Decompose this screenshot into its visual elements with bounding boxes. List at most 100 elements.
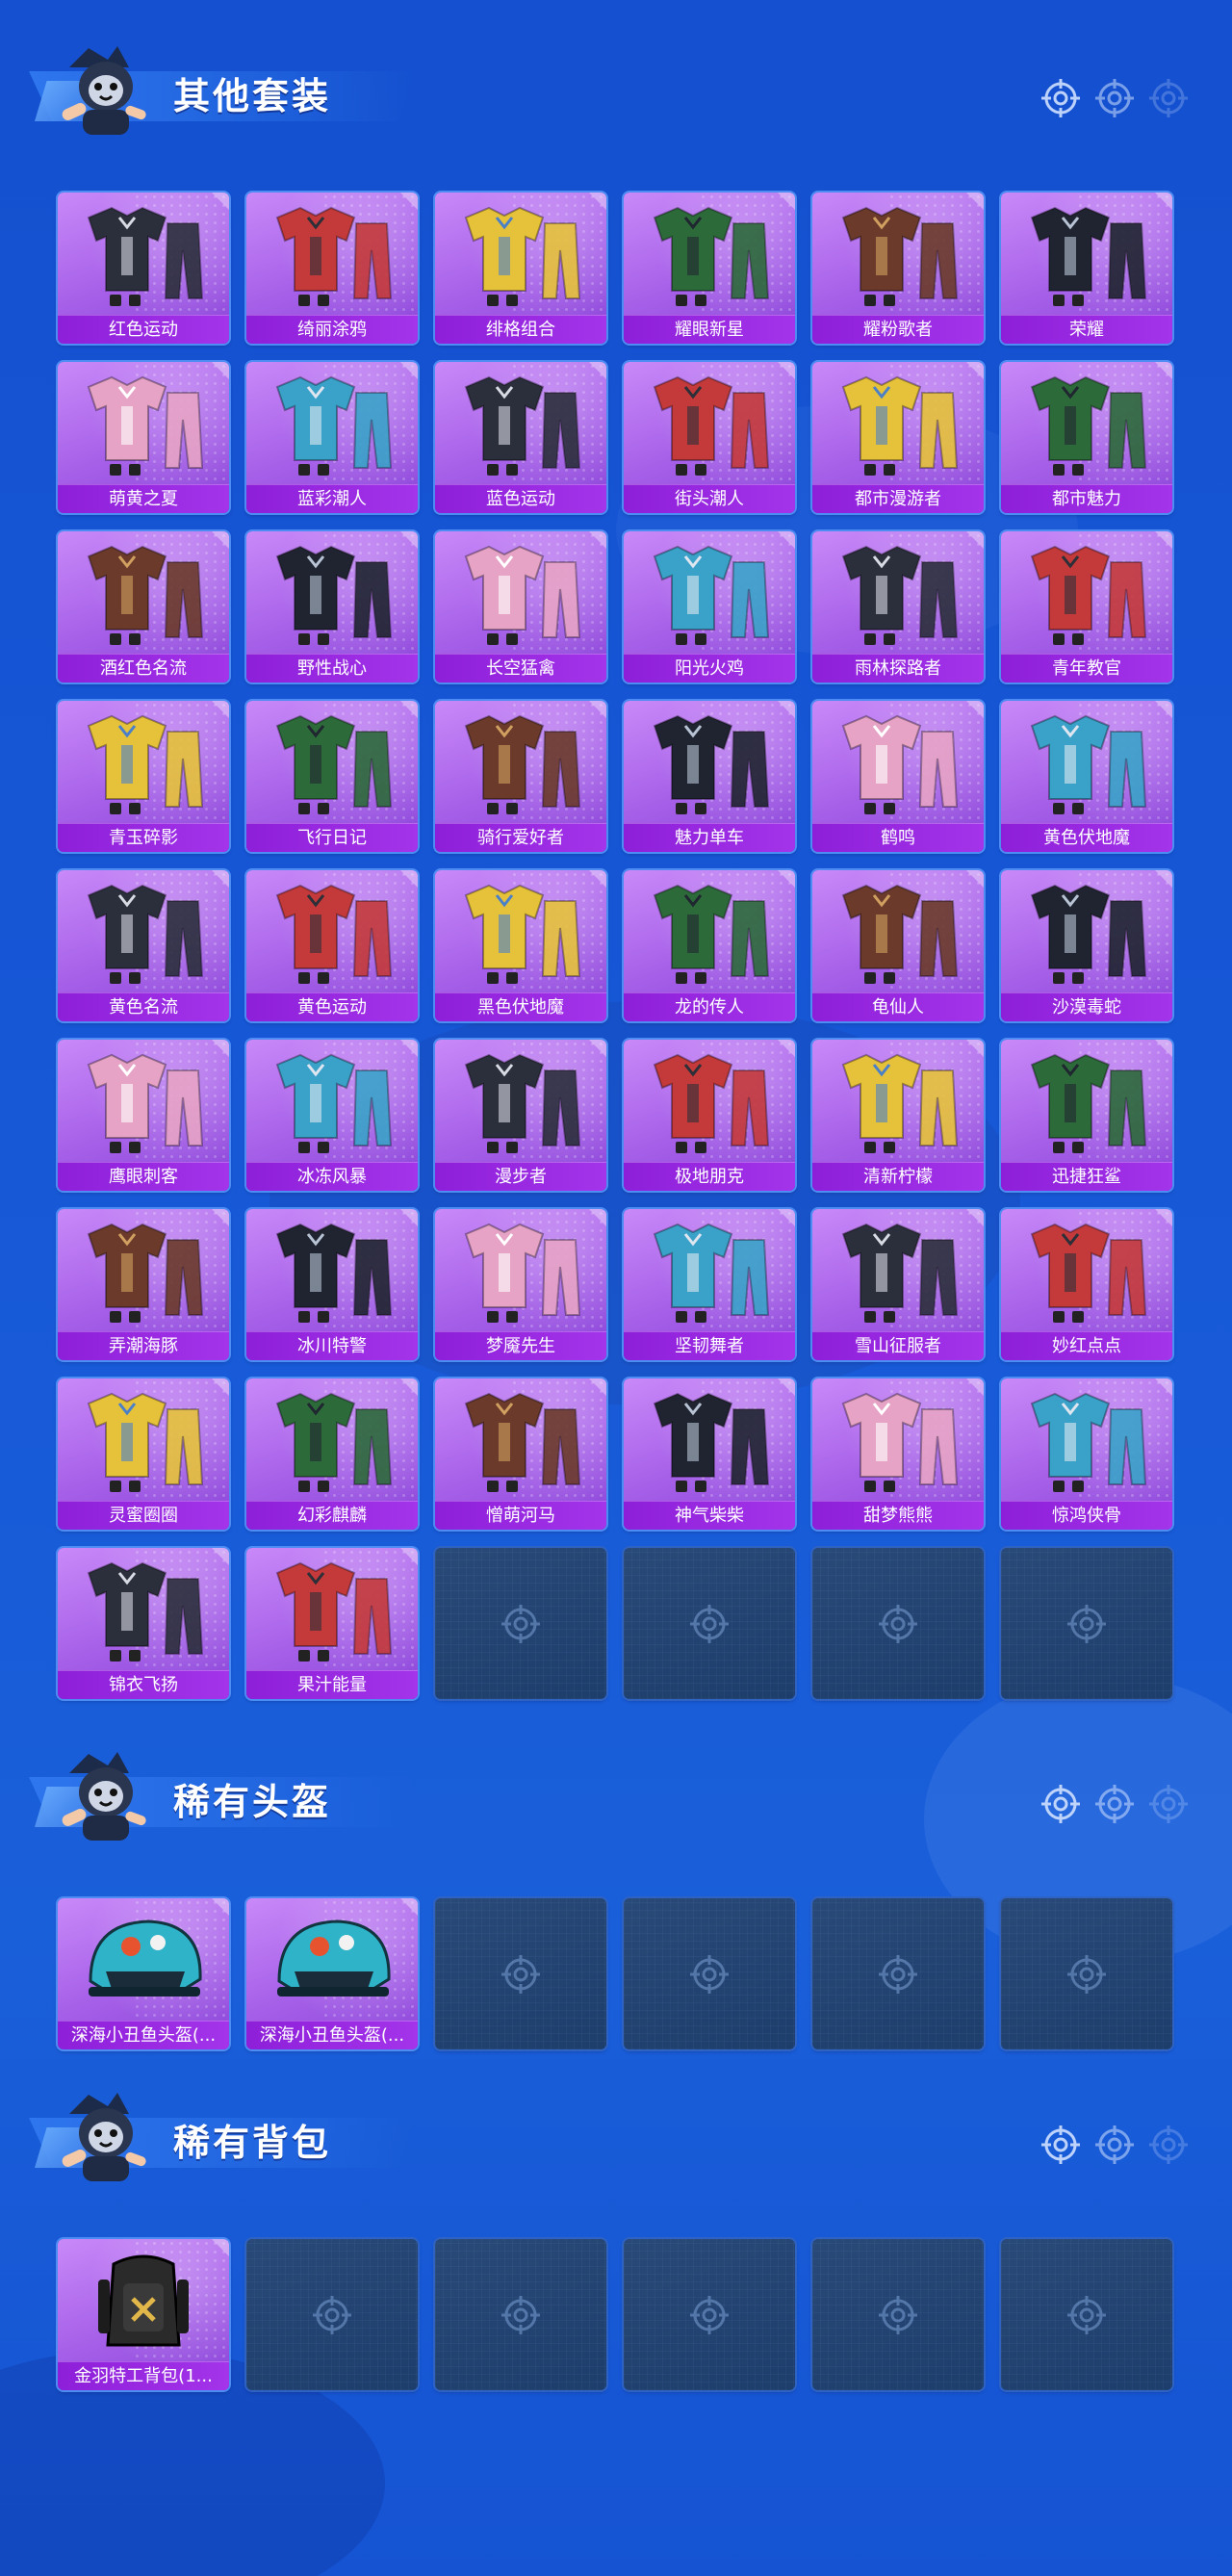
item-card[interactable]: 果汁能量 <box>246 1548 418 1699</box>
item-card[interactable]: 耀粉歌者 <box>812 193 984 344</box>
item-card[interactable]: 魅力单车 <box>624 701 795 852</box>
outfit-icon <box>260 1384 404 1496</box>
item-card[interactable]: 幻彩麒麟 <box>246 1378 418 1530</box>
item-card[interactable]: 极地朋克 <box>624 1040 795 1191</box>
outfit-icon <box>449 537 593 649</box>
item-card[interactable]: 飞行日记 <box>246 701 418 852</box>
crosshair-decoration <box>1040 1783 1188 1825</box>
item-card[interactable]: 梦魇先生 <box>435 1209 606 1360</box>
item-card[interactable]: 弄潮海豚 <box>58 1209 229 1360</box>
empty-slot <box>812 2239 984 2390</box>
item-card[interactable]: 清新柠檬 <box>812 1040 984 1191</box>
item-card[interactable]: 黄色运动 <box>246 870 418 1021</box>
empty-slot <box>812 1898 984 2049</box>
item-card[interactable]: 绮丽涂鸦 <box>246 193 418 344</box>
item-card[interactable]: 酒红色名流 <box>58 531 229 683</box>
item-card[interactable]: 黄色伏地魔 <box>1001 701 1172 852</box>
card-corner <box>966 1209 984 1226</box>
item-card[interactable]: 都市漫游者 <box>812 362 984 513</box>
item-card[interactable]: 坚韧舞者 <box>624 1209 795 1360</box>
item-card[interactable]: 蓝彩潮人 <box>246 362 418 513</box>
crosshair-icon <box>311 2294 353 2336</box>
card-corner <box>778 701 795 718</box>
item-label: 耀粉歌者 <box>812 315 984 344</box>
outfit-icon <box>826 1045 970 1157</box>
section-helmets: 稀有头盔 深海小丑鱼头盔(... 深海小丑鱼头盔(... <box>0 1744 1232 2049</box>
card-corner <box>966 193 984 210</box>
card-corner <box>400 193 418 210</box>
item-card[interactable]: 沙漠毒蛇 <box>1001 870 1172 1021</box>
item-card[interactable]: 雪山征服者 <box>812 1209 984 1360</box>
item-label: 蓝彩潮人 <box>246 484 418 513</box>
item-card[interactable]: 绯格组合 <box>435 193 606 344</box>
item-card[interactable]: 蓝色运动 <box>435 362 606 513</box>
crosshair-icon <box>877 1953 919 1996</box>
item-card[interactable]: 青年教官 <box>1001 531 1172 683</box>
outfit-icon <box>637 1384 782 1496</box>
item-card[interactable]: 耀眼新星 <box>624 193 795 344</box>
card-corner <box>212 1209 229 1226</box>
helmet-icon <box>260 1904 404 2016</box>
item-label: 漫步者 <box>435 1162 606 1191</box>
crosshair-icon <box>1147 77 1190 119</box>
item-card[interactable]: 阳光火鸡 <box>624 531 795 683</box>
item-card[interactable]: 龙的传人 <box>624 870 795 1021</box>
item-card[interactable]: 灵蜜圈圈 <box>58 1378 229 1530</box>
item-card[interactable]: 野性战心 <box>246 531 418 683</box>
crosshair-icon <box>688 1603 731 1645</box>
empty-slot <box>246 2239 418 2390</box>
crosshair-icon <box>1065 1603 1108 1645</box>
card-corner <box>212 362 229 379</box>
item-card[interactable]: 迅捷狂鲨 <box>1001 1040 1172 1191</box>
item-card[interactable]: 憎萌河马 <box>435 1378 606 1530</box>
card-corner <box>778 1378 795 1396</box>
outfit-icon <box>826 876 970 988</box>
empty-slot <box>435 1898 606 2049</box>
item-label: 坚韧舞者 <box>624 1331 795 1360</box>
outfit-icon <box>1014 198 1159 310</box>
card-corner <box>1155 870 1172 888</box>
item-card[interactable]: 黄色名流 <box>58 870 229 1021</box>
item-label: 萌黄之夏 <box>58 484 229 513</box>
item-card[interactable]: 漫步者 <box>435 1040 606 1191</box>
section-header: 其他套装 <box>29 39 1188 144</box>
item-card[interactable]: 黑色伏地魔 <box>435 870 606 1021</box>
card-corner <box>778 362 795 379</box>
item-card[interactable]: 萌黄之夏 <box>58 362 229 513</box>
item-label: 蓝色运动 <box>435 484 606 513</box>
empty-slot <box>812 1548 984 1699</box>
item-card[interactable]: 深海小丑鱼头盔(... <box>58 1898 229 2049</box>
crosshair-decoration <box>1040 2124 1188 2166</box>
item-card[interactable]: 神气柴柴 <box>624 1378 795 1530</box>
empty-slot <box>1001 1548 1172 1699</box>
item-card[interactable]: 鹤鸣 <box>812 701 984 852</box>
item-card[interactable]: 锦衣飞扬 <box>58 1548 229 1699</box>
card-corner <box>778 1040 795 1057</box>
outfit-icon <box>1014 707 1159 818</box>
card-corner <box>212 1040 229 1057</box>
item-card[interactable]: 深海小丑鱼头盔(... <box>246 1898 418 2049</box>
outfit-icon <box>71 1554 216 1665</box>
item-label: 长空猛禽 <box>435 654 606 683</box>
item-card[interactable]: 鹰眼刺客 <box>58 1040 229 1191</box>
item-card[interactable]: 冰冻风暴 <box>246 1040 418 1191</box>
item-card[interactable]: 冰川特警 <box>246 1209 418 1360</box>
crosshair-icon <box>1065 1953 1108 1996</box>
item-card[interactable]: 荣耀 <box>1001 193 1172 344</box>
item-card[interactable]: 青玉碎影 <box>58 701 229 852</box>
card-corner <box>778 531 795 549</box>
item-card[interactable]: 骑行爱好者 <box>435 701 606 852</box>
item-card[interactable]: 金羽特工背包(1... <box>58 2239 229 2390</box>
item-card[interactable]: 妙红点点 <box>1001 1209 1172 1360</box>
item-card[interactable]: 长空猛禽 <box>435 531 606 683</box>
card-corner <box>212 2239 229 2256</box>
item-card[interactable]: 龟仙人 <box>812 870 984 1021</box>
item-card[interactable]: 惊鸿侠骨 <box>1001 1378 1172 1530</box>
item-card[interactable]: 红色运动 <box>58 193 229 344</box>
item-card[interactable]: 都市魅力 <box>1001 362 1172 513</box>
outfit-icon <box>826 537 970 649</box>
card-corner <box>778 870 795 888</box>
item-card[interactable]: 街头潮人 <box>624 362 795 513</box>
item-card[interactable]: 甜梦熊熊 <box>812 1378 984 1530</box>
item-card[interactable]: 雨林探路者 <box>812 531 984 683</box>
